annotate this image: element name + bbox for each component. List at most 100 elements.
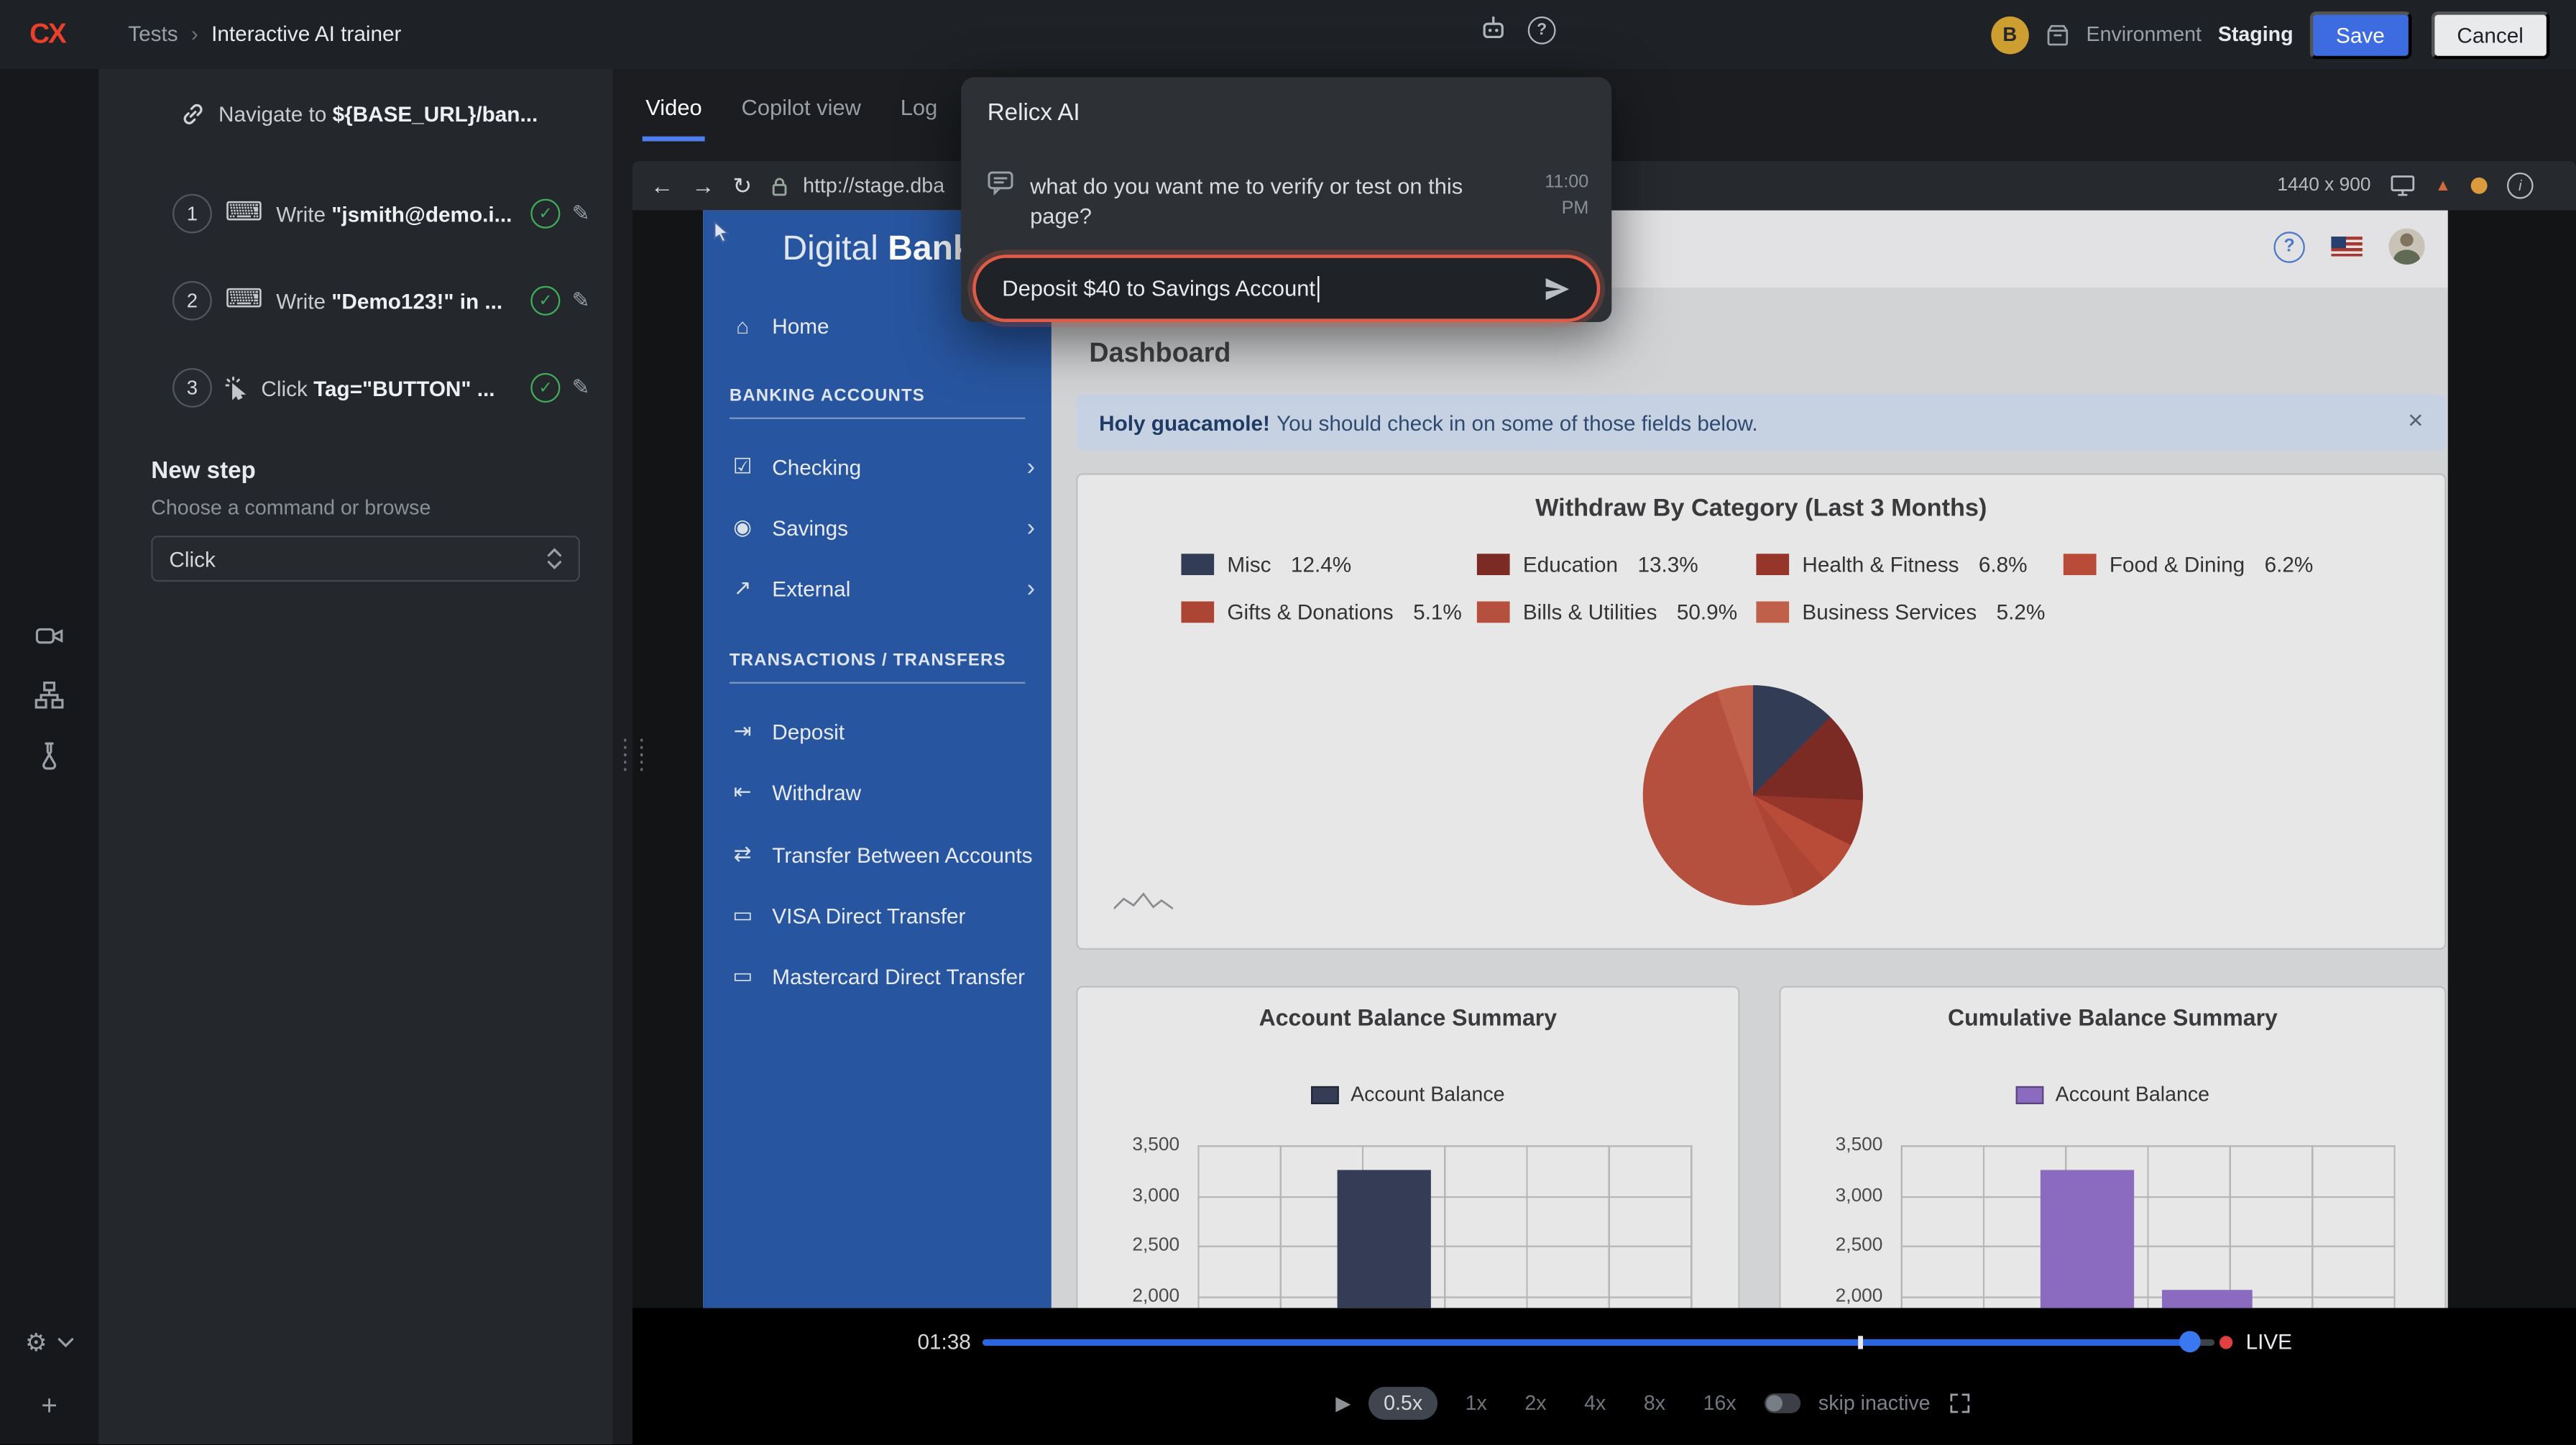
alert-close-icon[interactable]: × xyxy=(2408,408,2423,437)
relicx-ai-chat-popup: Relicx AI what do you want me to verify … xyxy=(961,77,1611,322)
navigate-step[interactable]: Navigate to ${BASE_URL}/ban... xyxy=(180,92,589,134)
step-row-3[interactable]: 3 Click Tag="BUTTON" ... ✓ ✎ xyxy=(172,367,590,409)
panel-resize-divider[interactable]: ⋮⋮⋮⋮ xyxy=(613,69,632,1444)
viewport-resolution: 1440 x 900 xyxy=(2277,176,2370,196)
monitor-icon[interactable] xyxy=(2391,174,2415,197)
chart-title: Cumulative Balance Summary xyxy=(1781,1004,2444,1031)
save-button[interactable]: Save xyxy=(2309,11,2411,58)
y-tick: 3,000 xyxy=(1781,1183,1883,1210)
bar-cumulative-balance xyxy=(2162,1290,2253,1308)
legend-item[interactable]: Food & Dining6.2% xyxy=(2064,552,2314,577)
refresh-icon[interactable]: ↻ xyxy=(732,174,752,197)
edit-icon[interactable]: ✎ xyxy=(572,288,590,314)
video-viewport[interactable]: Digital Bank ⌂ Home BANKING ACCOUNTS ☑ C… xyxy=(632,211,2576,1308)
step-label: Write "jsmith@demo.i... xyxy=(276,201,512,226)
recordings-icon[interactable] xyxy=(34,621,64,651)
bank-nav-savings[interactable]: ◉ Savings › xyxy=(730,510,1035,546)
bank-nav-checking[interactable]: ☑ Checking › xyxy=(730,449,1035,485)
bank-nav-visa-direct-transfer[interactable]: ▭ VISA Direct Transfer xyxy=(730,897,1035,933)
environment-value[interactable]: Staging xyxy=(2218,23,2294,46)
bank-nav-transfer-between-accounts[interactable]: ⇄ Transfer Between Accounts xyxy=(730,836,1035,872)
tab-video[interactable]: Video xyxy=(643,73,706,141)
tab-log[interactable]: Log xyxy=(897,73,941,141)
play-icon[interactable]: ▶ xyxy=(1335,1392,1351,1415)
edit-icon[interactable]: ✎ xyxy=(572,201,590,227)
speed-1x[interactable]: 1x xyxy=(1455,1387,1497,1420)
text-caret xyxy=(1317,275,1319,302)
step-number: 2 xyxy=(172,281,212,321)
gear-icon[interactable]: ⚙ xyxy=(25,1328,47,1357)
speed-4x[interactable]: 4x xyxy=(1574,1387,1616,1420)
playback-time: 01:38 xyxy=(829,1329,971,1354)
y-tick: 2,000 xyxy=(1781,1283,1883,1308)
legend-item[interactable]: Bills & Utilities50.9% xyxy=(1477,600,1737,624)
breadcrumb-current: Interactive AI trainer xyxy=(211,22,401,46)
cancel-button[interactable]: Cancel xyxy=(2431,11,2550,58)
bank-nav-deposit[interactable]: ⇥ Deposit xyxy=(730,713,1035,749)
bank-nav-external[interactable]: ↗ External › xyxy=(730,570,1035,606)
step-row-1[interactable]: 1 ⌨ Write "jsmith@demo.i... ✓ ✎ xyxy=(172,192,590,234)
command-select[interactable]: Click xyxy=(151,536,580,582)
tests-icon[interactable] xyxy=(34,741,64,771)
cx-logo[interactable]: CX xyxy=(29,18,65,51)
speed-2x[interactable]: 2x xyxy=(1515,1387,1557,1420)
checking-icon: ☑ xyxy=(730,454,756,480)
legend-item[interactable]: Account Balance xyxy=(1781,1083,2444,1106)
progress-bar[interactable] xyxy=(983,1339,2214,1346)
link-icon xyxy=(180,101,205,126)
step-row-2[interactable]: 2 ⌨ Write "Demo123!" in ... ✓ ✎ xyxy=(172,280,590,322)
chevron-right-icon: › xyxy=(1027,453,1035,481)
forward-icon[interactable]: → xyxy=(691,174,714,197)
warning-icon[interactable]: ▲ xyxy=(2435,177,2452,195)
home-icon: ⌂ xyxy=(730,313,756,337)
y-tick: 3,000 xyxy=(1077,1183,1179,1210)
send-icon[interactable] xyxy=(1545,275,1571,302)
bank-app-frame: Digital Bank ⌂ Home BANKING ACCOUNTS ☑ C… xyxy=(703,211,2447,1308)
settings-control[interactable]: ⚙ xyxy=(0,1328,98,1357)
bank-user-avatar[interactable] xyxy=(2388,229,2424,265)
tab-copilot-view[interactable]: Copilot view xyxy=(738,73,865,141)
progress-knob[interactable] xyxy=(2179,1331,2201,1352)
legend-item[interactable]: Misc12.4% xyxy=(1181,552,1351,577)
us-flag-icon[interactable] xyxy=(2331,237,2362,256)
breadcrumb-tests[interactable]: Tests xyxy=(128,22,178,46)
progress-marker[interactable] xyxy=(1857,1336,1862,1349)
bank-nav-mastercard-direct-transfer[interactable]: ▭ Mastercard Direct Transfer xyxy=(730,958,1035,994)
video-player-controls: 01:38 LIVE ▶ 0.5x 1x 2x 4x 8x 16x skip i… xyxy=(632,1308,2576,1444)
check-icon: ✓ xyxy=(530,199,560,229)
chart-title: Withdraw By Category (Last 3 Months) xyxy=(1077,495,2444,523)
live-label: LIVE xyxy=(2246,1329,2292,1354)
legend-item[interactable]: Gifts & Donations5.1% xyxy=(1181,600,1461,624)
legend-item[interactable]: Business Services5.2% xyxy=(1756,600,2045,624)
y-tick: 3,500 xyxy=(1077,1132,1179,1159)
assistant-message: what do you want me to verify or test on… xyxy=(1030,169,1528,230)
back-icon[interactable]: ← xyxy=(650,174,673,197)
info-icon[interactable]: i xyxy=(2507,173,2534,199)
left-icon-rail: ⚙ + xyxy=(0,69,98,1444)
chart-title: Account Balance Summary xyxy=(1077,1004,1738,1031)
speed-16x[interactable]: 16x xyxy=(1693,1387,1747,1420)
record-indicator-icon[interactable] xyxy=(2471,178,2488,194)
chat-title: Relicx AI xyxy=(988,100,1080,127)
drag-handle-icon[interactable]: ⋮⋮⋮⋮ xyxy=(615,740,648,769)
legend-item[interactable]: Health & Fitness6.8% xyxy=(1756,552,2027,577)
url-text[interactable]: http://stage.dba xyxy=(803,174,944,197)
speed-8x[interactable]: 8x xyxy=(1634,1387,1675,1420)
chat-input[interactable]: Deposit $40 to Savings Account xyxy=(972,254,1600,322)
chevron-down-icon xyxy=(57,1338,73,1348)
add-icon[interactable]: + xyxy=(0,1390,98,1423)
chat-input-value[interactable]: Deposit $40 to Savings Account xyxy=(1002,276,1315,301)
step-label: Write "Demo123!" in ... xyxy=(276,288,502,313)
robot-icon[interactable] xyxy=(1478,13,1508,42)
legend-item[interactable]: Education13.3% xyxy=(1477,552,1698,577)
help-icon[interactable]: ? xyxy=(1528,17,1558,46)
skip-inactive-toggle[interactable] xyxy=(1764,1393,1800,1413)
legend-item[interactable]: Account Balance xyxy=(1077,1083,1738,1106)
bank-help-icon[interactable]: ? xyxy=(2273,231,2304,262)
speed-0.5x[interactable]: 0.5x xyxy=(1369,1387,1438,1420)
bank-nav-withdraw[interactable]: ⇤ Withdraw xyxy=(730,774,1035,810)
edit-icon[interactable]: ✎ xyxy=(572,375,590,401)
flows-icon[interactable] xyxy=(34,680,64,710)
fullscreen-icon[interactable] xyxy=(1949,1392,1972,1415)
user-avatar[interactable]: B xyxy=(1991,16,2029,54)
